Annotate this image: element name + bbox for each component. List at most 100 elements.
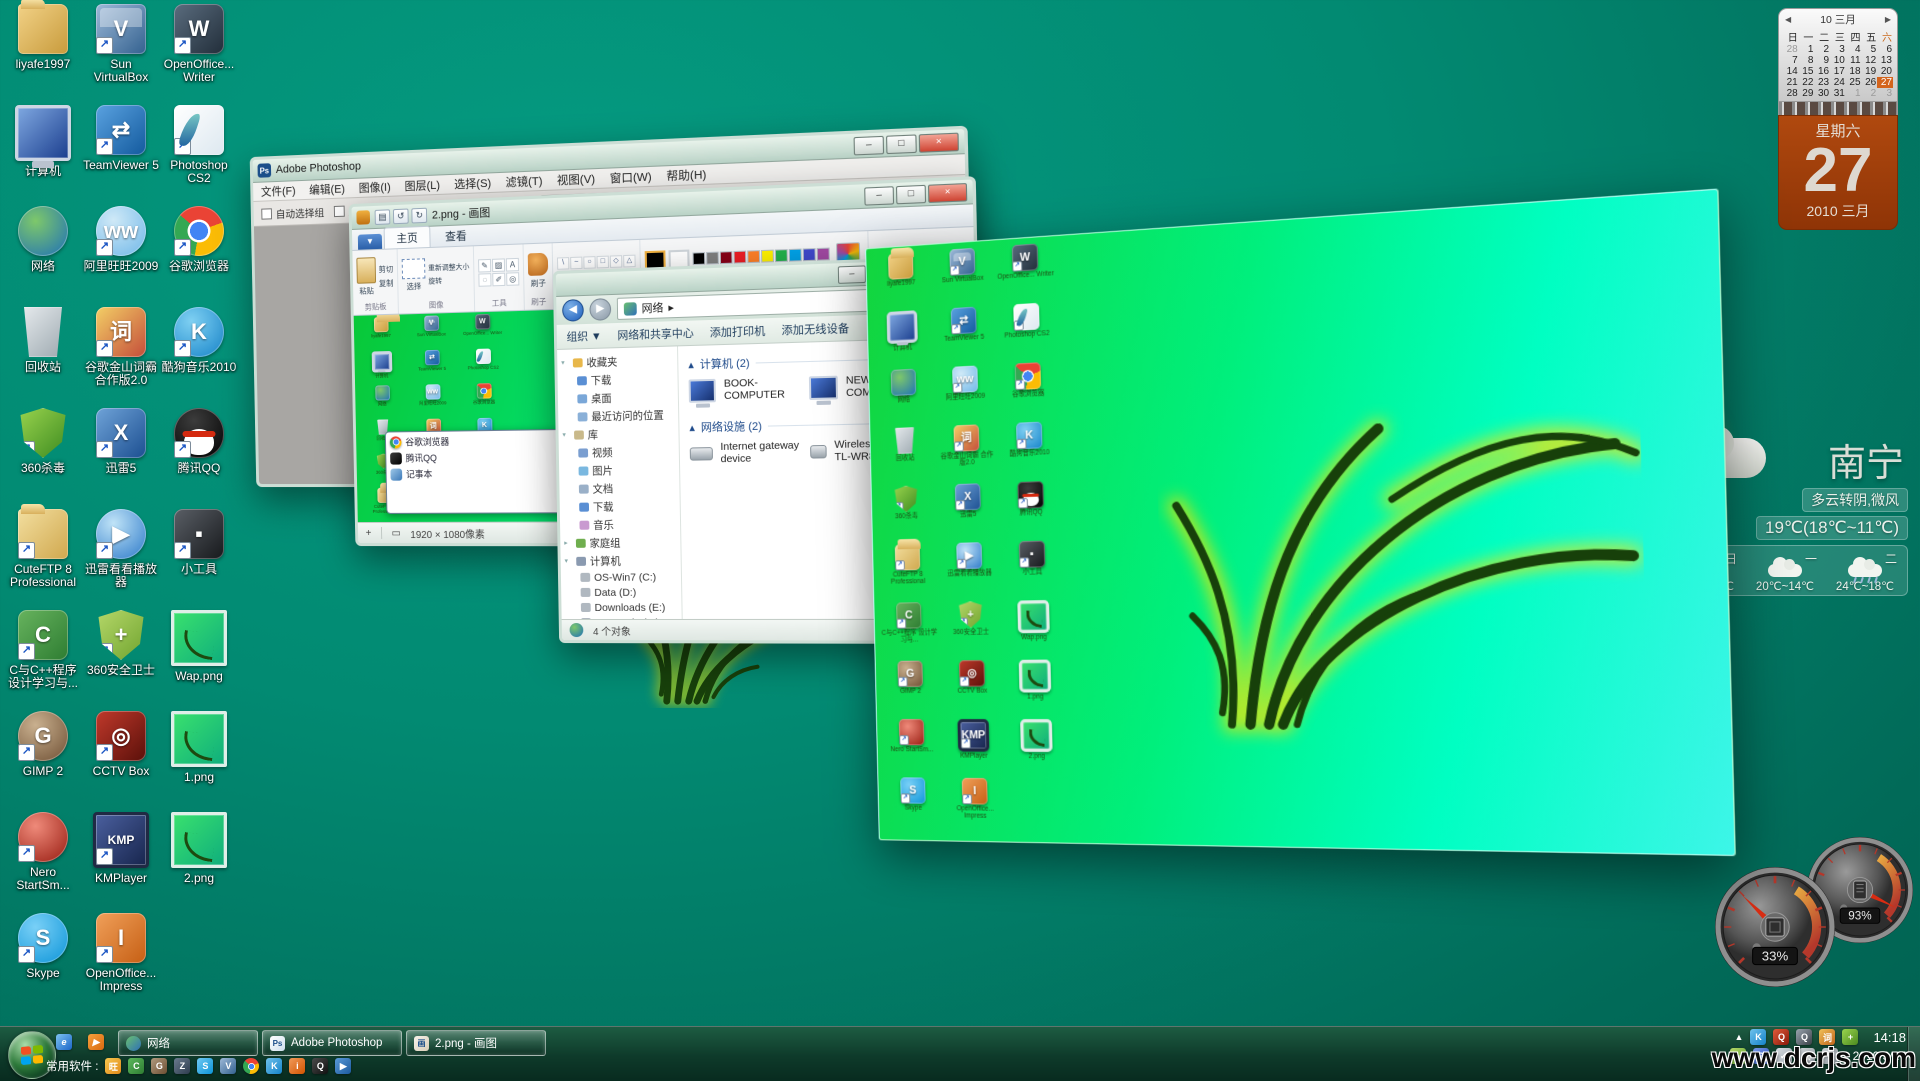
- calendar-day[interactable]: 7: [1783, 55, 1799, 66]
- calendar-day[interactable]: 29: [1799, 88, 1815, 99]
- nav-item[interactable]: Data (D:): [561, 585, 681, 601]
- tool-button[interactable]: ✎: [478, 258, 491, 272]
- calendar-day[interactable]: 14: [1783, 66, 1799, 77]
- calendar-day[interactable]: 30: [1814, 88, 1830, 99]
- taskbar-button-network[interactable]: 网络: [118, 1030, 258, 1056]
- expand-icon[interactable]: ▾: [562, 431, 570, 439]
- calendar-day[interactable]: 21: [1783, 77, 1799, 88]
- skype-icon[interactable]: S: [197, 1058, 213, 1074]
- calendar-day[interactable]: 8: [1799, 55, 1815, 66]
- expand-icon[interactable]: ▾: [564, 557, 572, 565]
- calendar-day[interactable]: 31: [1830, 88, 1846, 99]
- palette-color[interactable]: [775, 249, 788, 262]
- c-editor-icon[interactable]: C: [128, 1058, 144, 1074]
- select-button[interactable]: 选择: [402, 258, 426, 292]
- minimize-button[interactable]: –: [854, 135, 885, 155]
- icon-liyafe1997[interactable]: liyafe1997: [4, 4, 82, 105]
- icon-computer[interactable]: 计算机: [4, 105, 82, 206]
- toolbar-item[interactable]: 组织 ▼: [566, 328, 601, 345]
- tool-button[interactable]: ✐: [492, 272, 505, 286]
- palette-color[interactable]: [706, 251, 719, 264]
- icon-recycle-bin[interactable]: 回收站: [4, 307, 82, 408]
- icon-360-antivirus[interactable]: ↗360杀毒: [4, 408, 82, 509]
- nav-item[interactable]: 文档: [559, 478, 679, 498]
- menu-item[interactable]: 图像(I): [359, 178, 391, 196]
- calendar-day[interactable]: 1: [1799, 44, 1815, 55]
- back-button[interactable]: ◀: [562, 299, 584, 322]
- desktop-preview-plane[interactable]: liyafe1997V↗Sun VirtualBoxW↗OpenOffice..…: [865, 189, 1736, 857]
- icon-xunlei-5[interactable]: X↗迅雷5: [82, 408, 160, 509]
- icon-ciba-2[interactable]: 词↗谷歌金山词霸 合作版2.0: [82, 307, 160, 408]
- icon-teamviewer-5[interactable]: ⇄↗TeamViewer 5: [82, 105, 160, 206]
- checkbox-icon[interactable]: [261, 208, 272, 219]
- nav-item[interactable]: OS-Win7 (C:): [561, 569, 681, 585]
- calendar-day[interactable]: 3: [1830, 44, 1846, 55]
- ie-icon[interactable]: e: [56, 1034, 72, 1050]
- maximize-button[interactable]: □: [896, 184, 926, 204]
- image-tool[interactable]: 重新调整大小: [428, 261, 469, 273]
- calendar-day[interactable]: 16: [1814, 66, 1830, 77]
- kankan-icon[interactable]: ▶: [335, 1058, 351, 1074]
- close-button[interactable]: ×: [928, 182, 967, 202]
- icon-gimp-2[interactable]: G↗GIMP 2: [4, 711, 82, 812]
- shape-button[interactable]: ~: [570, 256, 582, 269]
- calendar-day[interactable]: 19: [1862, 66, 1878, 77]
- icon-skype[interactable]: S↗Skype: [4, 913, 82, 1014]
- nav-item[interactable]: ▾库: [558, 423, 678, 444]
- calendar-day[interactable]: 15: [1799, 66, 1815, 77]
- calendar-day[interactable]: 17: [1830, 66, 1846, 77]
- calendar-day[interactable]: 2: [1862, 88, 1878, 99]
- clipboard-item[interactable]: 复制: [379, 277, 394, 289]
- brushes-button[interactable]: 刷子: [528, 252, 549, 289]
- wmp-icon[interactable]: ▶: [88, 1034, 104, 1050]
- palette-color[interactable]: [761, 249, 774, 262]
- calendar-day[interactable]: 24: [1830, 77, 1846, 88]
- nav-item[interactable]: 下载: [560, 496, 680, 516]
- tool-button[interactable]: ▨: [492, 258, 505, 272]
- clipboard-item[interactable]: 剪切: [379, 263, 394, 275]
- nav-item[interactable]: ▾计算机: [561, 551, 681, 570]
- shape-button[interactable]: □: [597, 255, 610, 268]
- calendar-day[interactable]: 22: [1799, 77, 1815, 88]
- icon-aliwangwang-2009[interactable]: ww↗阿里旺旺2009: [82, 206, 160, 307]
- icon-gadgets[interactable]: ▪↗小工具: [160, 509, 238, 610]
- xunlei-icon[interactable]: Z: [174, 1058, 190, 1074]
- icon-wap-png[interactable]: Wap.png: [160, 610, 238, 711]
- menu-item[interactable]: 文件(F): [261, 182, 296, 199]
- icon-2-png[interactable]: 2.png: [160, 812, 238, 913]
- shape-button[interactable]: △: [623, 254, 636, 267]
- expand-icon[interactable]: ▸: [564, 539, 572, 547]
- paste-button[interactable]: 粘贴: [356, 257, 376, 297]
- palette-color[interactable]: [789, 248, 802, 261]
- palette-color[interactable]: [692, 252, 705, 265]
- shape-button[interactable]: ◇: [610, 255, 623, 268]
- nav-item[interactable]: 音乐: [560, 515, 680, 534]
- icon-nero[interactable]: ↗Nero StartSm...: [4, 812, 82, 913]
- kugou-icon[interactable]: K: [266, 1058, 282, 1074]
- maximize-button[interactable]: □: [886, 134, 917, 154]
- menu-item[interactable]: 视图(V): [557, 170, 595, 188]
- nav-item[interactable]: Downloads (E:): [561, 600, 681, 615]
- minimize-button[interactable]: –: [838, 265, 866, 284]
- virtualbox-icon[interactable]: V: [220, 1058, 236, 1074]
- icon-kugou-2010[interactable]: K↗酷狗音乐2010: [160, 307, 238, 408]
- gimp-icon[interactable]: G: [151, 1058, 167, 1074]
- image-tool[interactable]: 旋转: [428, 274, 469, 286]
- calendar-day[interactable]: 13: [1877, 55, 1893, 66]
- shape-button[interactable]: ○: [583, 256, 595, 269]
- calendar-day[interactable]: 9: [1814, 55, 1830, 66]
- icon-sun-virtualbox[interactable]: V↗Sun VirtualBox: [82, 4, 160, 105]
- calendar-day[interactable]: 6: [1877, 44, 1893, 55]
- menu-item[interactable]: 窗口(W): [610, 168, 652, 186]
- calendar-day[interactable]: 3: [1877, 88, 1893, 99]
- menu-item[interactable]: 帮助(H): [666, 166, 706, 184]
- list-item[interactable]: BOOK-COMPUTER: [689, 375, 809, 402]
- calendar-day[interactable]: 25: [1846, 77, 1862, 88]
- calendar-day[interactable]: 2: [1814, 44, 1830, 55]
- calendar-day[interactable]: 27: [1877, 77, 1893, 88]
- icon-1-png[interactable]: 1.png: [160, 711, 238, 812]
- cpu-meter-gadget[interactable]: 33%: [1714, 866, 1836, 988]
- calendar-day[interactable]: 11: [1846, 55, 1862, 66]
- palette-color[interactable]: [817, 247, 830, 260]
- qat-button[interactable]: ↺: [393, 208, 409, 224]
